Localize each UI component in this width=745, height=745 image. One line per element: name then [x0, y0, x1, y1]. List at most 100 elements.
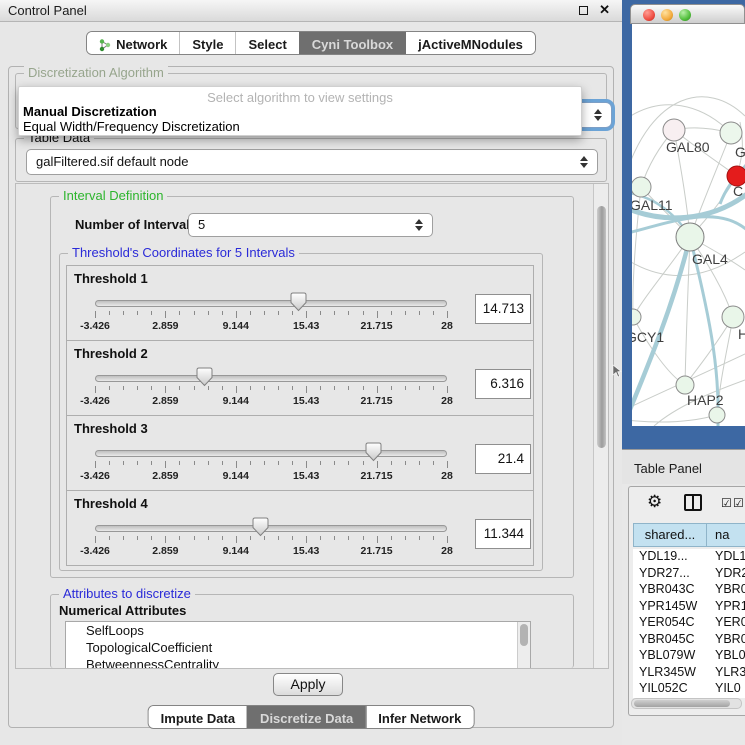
- table-row[interactable]: YLR345WYLR3: [633, 665, 745, 682]
- top-tab-bar: Network Style Select Cyni Toolbox jActiv…: [0, 31, 622, 57]
- network-node-label: GAL80: [666, 139, 710, 155]
- table-rows: YDL19...YDL1YDR27...YDR2YBR043CYBR0YPR14…: [633, 547, 745, 698]
- table-toolbar: ⚙ ☑ ☑: [629, 487, 745, 519]
- threshold-value-field[interactable]: 6.316: [475, 369, 531, 399]
- slider-track[interactable]: [95, 450, 447, 457]
- network-view[interactable]: GAL80GACGAL11GAL4GCY1HHAP2: [632, 24, 745, 426]
- attribute-list-item[interactable]: SelfLoops: [66, 622, 530, 639]
- network-node[interactable]: [709, 407, 725, 423]
- list-scrollbar-thumb[interactable]: [520, 624, 528, 646]
- threshold-row: Threshold 1 -3.4262.8599.14415.4321.7152…: [66, 265, 534, 341]
- network-node-label: GCY1: [632, 329, 664, 345]
- combo-stepper-icon: [415, 219, 423, 231]
- table-panel-header: Table Panel: [622, 449, 745, 484]
- tab-network-label: Network: [116, 37, 167, 52]
- checkbox-icon[interactable]: ☑: [721, 496, 732, 510]
- attributes-title: Attributes to discretize: [59, 586, 195, 601]
- panel-title: Control Panel: [8, 3, 87, 18]
- network-node[interactable]: [676, 223, 704, 251]
- slider-track[interactable]: [95, 525, 447, 532]
- slider-handle[interactable]: [196, 367, 213, 387]
- table-row[interactable]: YPR145WYPR1: [633, 599, 745, 616]
- float-window-icon[interactable]: [579, 6, 588, 15]
- network-node-label: HAP2: [687, 392, 724, 408]
- checkbox-icon[interactable]: ☑: [733, 496, 744, 510]
- slider-track[interactable]: [95, 300, 447, 307]
- thresholds-title: Threshold's Coordinates for 5 Intervals: [68, 245, 299, 260]
- close-icon[interactable]: ✕: [599, 2, 610, 18]
- network-node[interactable]: [632, 177, 651, 197]
- settings-scrollbar[interactable]: [593, 184, 608, 668]
- column-header-shared[interactable]: shared...: [633, 523, 707, 547]
- cyni-panel: Discretization Algorithm Table Data galF…: [8, 66, 614, 728]
- network-node-label: GAL11: [632, 197, 673, 213]
- tab-cyni-toolbox[interactable]: Cyni Toolbox: [299, 32, 405, 54]
- tab-style[interactable]: Style: [179, 32, 235, 54]
- control-panel-titlebar: Control Panel ✕: [0, 0, 622, 22]
- threshold-value-field[interactable]: 14.713: [475, 294, 531, 324]
- screen: Control Panel ✕ Network Style: [0, 0, 745, 745]
- settings-scrollbar-thumb[interactable]: [597, 206, 606, 448]
- option-equal-width-frequency[interactable]: Equal Width/Frequency Discretization: [23, 119, 240, 134]
- numerical-attributes-list[interactable]: SelfLoopsTopologicalCoefficientBetweenne…: [65, 621, 531, 669]
- threshold-rows: Threshold 1 -3.4262.8599.14415.4321.7152…: [66, 266, 534, 566]
- column-header-name[interactable]: na: [707, 523, 745, 547]
- network-node[interactable]: [720, 122, 742, 144]
- attribute-list-item[interactable]: TopologicalCoefficient: [66, 639, 530, 656]
- slider-tick-labels: -3.4262.8599.14415.4321.71528: [95, 545, 447, 557]
- gear-icon[interactable]: ⚙: [647, 492, 662, 512]
- tab-discretize-data[interactable]: Discretize Data: [247, 706, 365, 728]
- network-node[interactable]: [663, 119, 685, 141]
- table-row[interactable]: YER054CYER0: [633, 615, 745, 632]
- table-row[interactable]: YBR043CYBR0: [633, 582, 745, 599]
- slider-handle[interactable]: [252, 517, 269, 537]
- slider-tick-labels: -3.4262.8599.14415.4321.71528: [95, 320, 447, 332]
- slider-ticks: [95, 311, 447, 319]
- table-row[interactable]: YIL052CYIL0: [633, 681, 745, 698]
- tab-impute-data[interactable]: Impute Data: [149, 706, 247, 728]
- threshold-label: Threshold 1: [74, 271, 148, 286]
- network-canvas-svg: GAL80GACGAL11GAL4GCY1HHAP2: [632, 24, 745, 426]
- threshold-row: Threshold 2 -3.4262.8599.14415.4321.7152…: [66, 340, 534, 416]
- thresholds-group: Threshold's Coordinates for 5 Intervals …: [59, 253, 543, 571]
- network-node-label: GA: [735, 144, 745, 160]
- threshold-value-field[interactable]: 21.4: [475, 444, 531, 474]
- table-row[interactable]: YDR27...YDR2: [633, 566, 745, 583]
- minimize-traffic-light[interactable]: [661, 9, 673, 21]
- close-traffic-light[interactable]: [643, 9, 655, 21]
- table-hscrollbar[interactable]: [631, 698, 742, 709]
- discretization-algorithm-title: Discretization Algorithm: [24, 65, 168, 80]
- table-hscrollbar-thumb[interactable]: [634, 700, 730, 707]
- table-data-combobox[interactable]: galFiltered.sif default node: [26, 149, 598, 175]
- number-of-intervals-combobox[interactable]: 5: [188, 213, 433, 237]
- tab-select[interactable]: Select: [235, 32, 298, 54]
- attribute-list-item[interactable]: BetweennessCentrality: [66, 656, 530, 669]
- zoom-traffic-light[interactable]: [679, 9, 691, 21]
- option-manual-discretization[interactable]: Manual Discretization: [23, 104, 157, 119]
- list-scrollbar[interactable]: [517, 622, 530, 668]
- table-header-row: shared... na: [633, 523, 745, 547]
- network-window-titlebar[interactable]: [630, 4, 745, 24]
- tab-jactivemnodules[interactable]: jActiveMNodules: [405, 32, 535, 54]
- columns-icon[interactable]: [684, 494, 702, 511]
- number-of-intervals-label: Number of Intervals: [75, 217, 197, 232]
- network-node[interactable]: [632, 309, 641, 325]
- network-edge[interactable]: [632, 415, 717, 422]
- table-row[interactable]: YBL079WYBL0: [633, 648, 745, 665]
- slider-handle[interactable]: [290, 292, 307, 312]
- slider-track[interactable]: [95, 375, 447, 382]
- network-edge[interactable]: [633, 317, 685, 385]
- table-row[interactable]: YBR045CYBR0: [633, 632, 745, 649]
- tab-network[interactable]: Network: [87, 32, 179, 54]
- threshold-value-field[interactable]: 11.344: [475, 519, 531, 549]
- table-row[interactable]: YDL19...YDL1: [633, 549, 745, 566]
- interval-definition-title: Interval Definition: [59, 188, 167, 203]
- slider-ticks: [95, 386, 447, 394]
- slider-handle[interactable]: [365, 442, 382, 462]
- threshold-row: Threshold 3 -3.4262.8599.14415.4321.7152…: [66, 415, 534, 491]
- apply-button[interactable]: Apply: [273, 673, 343, 696]
- network-node[interactable]: [722, 306, 744, 328]
- tab-infer-network[interactable]: Infer Network: [365, 706, 473, 728]
- threshold-label: Threshold 2: [74, 346, 148, 361]
- table-data-group: Table Data galFiltered.sif default node: [15, 138, 607, 182]
